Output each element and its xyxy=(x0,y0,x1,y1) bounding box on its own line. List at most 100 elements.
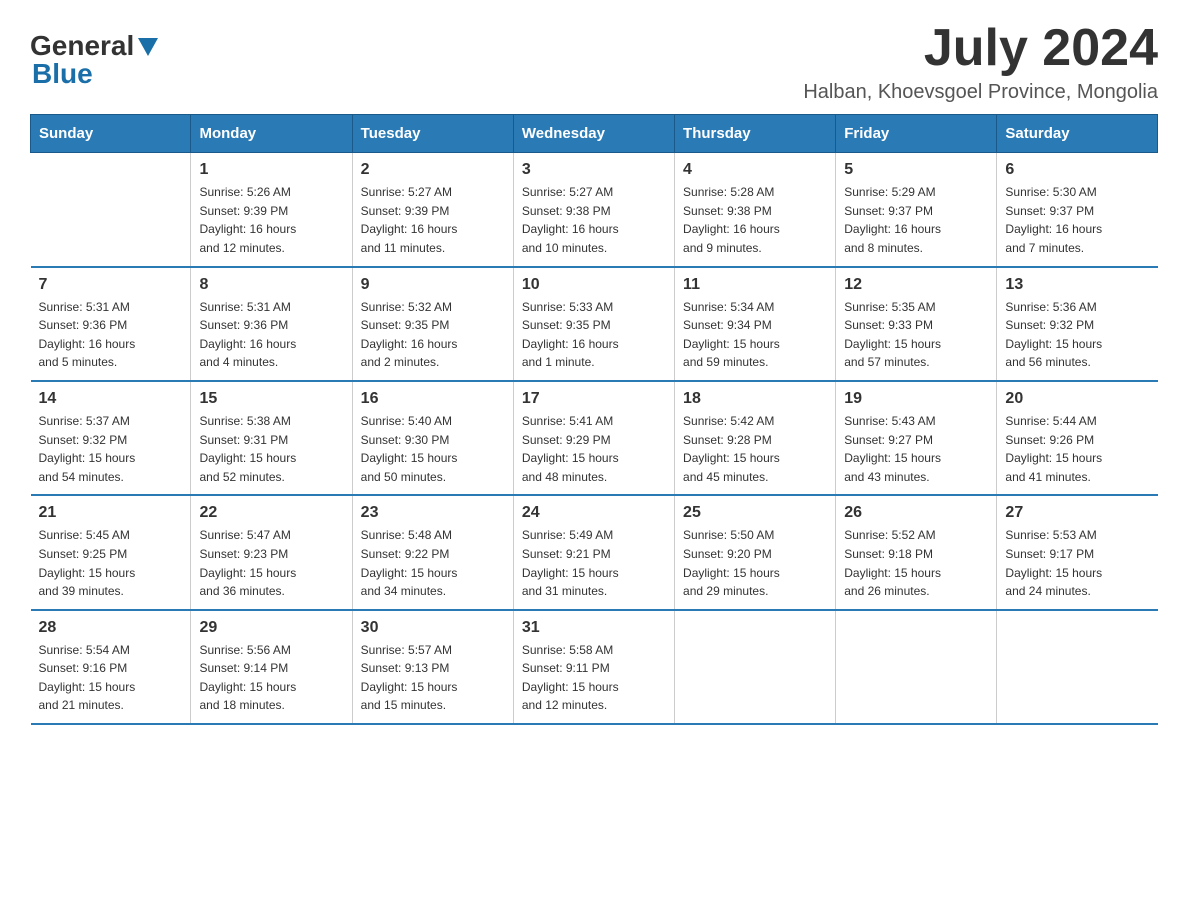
day-info: Sunrise: 5:32 AMSunset: 9:35 PMDaylight:… xyxy=(361,298,505,372)
day-number: 14 xyxy=(39,390,183,408)
calendar-cell xyxy=(31,153,191,267)
day-info: Sunrise: 5:52 AMSunset: 9:18 PMDaylight:… xyxy=(844,526,988,600)
day-number: 9 xyxy=(361,276,505,294)
day-number: 23 xyxy=(361,504,505,522)
day-number: 22 xyxy=(199,504,343,522)
day-number: 30 xyxy=(361,619,505,637)
calendar-cell: 4 Sunrise: 5:28 AMSunset: 9:38 PMDaylight… xyxy=(675,153,836,267)
day-number: 17 xyxy=(522,390,666,408)
day-info: Sunrise: 5:31 AMSunset: 9:36 PMDaylight:… xyxy=(199,298,343,372)
calendar-cell: 29 Sunrise: 5:56 AMSunset: 9:14 PMDayligh… xyxy=(191,610,352,724)
location: Halban, Khoevsgoel Province, Mongolia xyxy=(803,81,1158,104)
calendar-week-1: 1 Sunrise: 5:26 AMSunset: 9:39 PMDaylight… xyxy=(31,153,1158,267)
day-info: Sunrise: 5:53 AMSunset: 9:17 PMDaylight:… xyxy=(1005,526,1149,600)
calendar-cell: 7 Sunrise: 5:31 AMSunset: 9:36 PMDaylight… xyxy=(31,267,191,381)
day-number: 8 xyxy=(199,276,343,294)
calendar-cell: 12 Sunrise: 5:35 AMSunset: 9:33 PMDayligh… xyxy=(836,267,997,381)
day-number: 4 xyxy=(683,161,827,179)
day-number: 20 xyxy=(1005,390,1149,408)
calendar-header-row: SundayMondayTuesdayWednesdayThursdayFrid… xyxy=(31,115,1158,153)
day-number: 13 xyxy=(1005,276,1149,294)
day-number: 6 xyxy=(1005,161,1149,179)
day-info: Sunrise: 5:26 AMSunset: 9:39 PMDaylight:… xyxy=(199,183,343,257)
calendar-header-friday: Friday xyxy=(836,115,997,153)
day-info: Sunrise: 5:48 AMSunset: 9:22 PMDaylight:… xyxy=(361,526,505,600)
calendar-cell: 1 Sunrise: 5:26 AMSunset: 9:39 PMDaylight… xyxy=(191,153,352,267)
day-number: 7 xyxy=(39,276,183,294)
day-number: 16 xyxy=(361,390,505,408)
calendar-header-thursday: Thursday xyxy=(675,115,836,153)
calendar-week-2: 7 Sunrise: 5:31 AMSunset: 9:36 PMDaylight… xyxy=(31,267,1158,381)
calendar-week-3: 14 Sunrise: 5:37 AMSunset: 9:32 PMDayligh… xyxy=(31,381,1158,495)
day-number: 5 xyxy=(844,161,988,179)
day-info: Sunrise: 5:50 AMSunset: 9:20 PMDaylight:… xyxy=(683,526,827,600)
calendar-cell: 28Sunrise: 5:54 AMSunset: 9:16 PMDayligh… xyxy=(31,610,191,724)
day-info: Sunrise: 5:42 AMSunset: 9:28 PMDaylight:… xyxy=(683,412,827,486)
calendar-cell: 8 Sunrise: 5:31 AMSunset: 9:36 PMDaylight… xyxy=(191,267,352,381)
calendar-cell: 22 Sunrise: 5:47 AMSunset: 9:23 PMDayligh… xyxy=(191,495,352,609)
day-number: 18 xyxy=(683,390,827,408)
day-info: Sunrise: 5:35 AMSunset: 9:33 PMDaylight:… xyxy=(844,298,988,372)
calendar-cell: 10Sunrise: 5:33 AMSunset: 9:35 PMDayligh… xyxy=(513,267,674,381)
calendar-cell: 30 Sunrise: 5:57 AMSunset: 9:13 PMDayligh… xyxy=(352,610,513,724)
day-number: 12 xyxy=(844,276,988,294)
day-info: Sunrise: 5:43 AMSunset: 9:27 PMDaylight:… xyxy=(844,412,988,486)
calendar-cell: 9 Sunrise: 5:32 AMSunset: 9:35 PMDaylight… xyxy=(352,267,513,381)
day-info: Sunrise: 5:41 AMSunset: 9:29 PMDaylight:… xyxy=(522,412,666,486)
day-info: Sunrise: 5:37 AMSunset: 9:32 PMDaylight:… xyxy=(39,412,183,486)
day-info: Sunrise: 5:45 AMSunset: 9:25 PMDaylight:… xyxy=(39,526,183,600)
page-header: General Blue July 2024 Halban, Khoevsgoe… xyxy=(30,20,1158,104)
day-info: Sunrise: 5:47 AMSunset: 9:23 PMDaylight:… xyxy=(199,526,343,600)
calendar-cell: 19 Sunrise: 5:43 AMSunset: 9:27 PMDayligh… xyxy=(836,381,997,495)
calendar-cell: 25 Sunrise: 5:50 AMSunset: 9:20 PMDayligh… xyxy=(675,495,836,609)
calendar-header-sunday: Sunday xyxy=(31,115,191,153)
day-number: 2 xyxy=(361,161,505,179)
day-info: Sunrise: 5:49 AMSunset: 9:21 PMDaylight:… xyxy=(522,526,666,600)
day-number: 11 xyxy=(683,276,827,294)
calendar-week-4: 21Sunrise: 5:45 AMSunset: 9:25 PMDayligh… xyxy=(31,495,1158,609)
day-info: Sunrise: 5:54 AMSunset: 9:16 PMDaylight:… xyxy=(39,641,183,715)
calendar-cell: 16 Sunrise: 5:40 AMSunset: 9:30 PMDayligh… xyxy=(352,381,513,495)
calendar-cell: 6Sunrise: 5:30 AMSunset: 9:37 PMDaylight… xyxy=(997,153,1158,267)
calendar-cell: 17 Sunrise: 5:41 AMSunset: 9:29 PMDayligh… xyxy=(513,381,674,495)
title-area: July 2024 Halban, Khoevsgoel Province, M… xyxy=(803,20,1158,104)
day-info: Sunrise: 5:44 AMSunset: 9:26 PMDaylight:… xyxy=(1005,412,1149,486)
calendar-cell: 5 Sunrise: 5:29 AMSunset: 9:37 PMDaylight… xyxy=(836,153,997,267)
day-number: 27 xyxy=(1005,504,1149,522)
day-number: 1 xyxy=(199,161,343,179)
day-info: Sunrise: 5:31 AMSunset: 9:36 PMDaylight:… xyxy=(39,298,183,372)
day-info: Sunrise: 5:29 AMSunset: 9:37 PMDaylight:… xyxy=(844,183,988,257)
day-number: 19 xyxy=(844,390,988,408)
calendar-cell: 2 Sunrise: 5:27 AMSunset: 9:39 PMDaylight… xyxy=(352,153,513,267)
logo-blue-text: Blue xyxy=(32,58,93,90)
day-info: Sunrise: 5:27 AMSunset: 9:39 PMDaylight:… xyxy=(361,183,505,257)
calendar-cell: 15Sunrise: 5:38 AMSunset: 9:31 PMDayligh… xyxy=(191,381,352,495)
calendar-week-5: 28Sunrise: 5:54 AMSunset: 9:16 PMDayligh… xyxy=(31,610,1158,724)
day-number: 25 xyxy=(683,504,827,522)
calendar-cell: 11Sunrise: 5:34 AMSunset: 9:34 PMDayligh… xyxy=(675,267,836,381)
day-number: 3 xyxy=(522,161,666,179)
calendar-cell: 23 Sunrise: 5:48 AMSunset: 9:22 PMDayligh… xyxy=(352,495,513,609)
day-number: 24 xyxy=(522,504,666,522)
logo-triangle-icon xyxy=(138,38,158,56)
day-number: 29 xyxy=(199,619,343,637)
day-info: Sunrise: 5:40 AMSunset: 9:30 PMDaylight:… xyxy=(361,412,505,486)
calendar-cell: 18 Sunrise: 5:42 AMSunset: 9:28 PMDayligh… xyxy=(675,381,836,495)
calendar-table: SundayMondayTuesdayWednesdayThursdayFrid… xyxy=(30,114,1158,725)
day-info: Sunrise: 5:28 AMSunset: 9:38 PMDaylight:… xyxy=(683,183,827,257)
day-info: Sunrise: 5:58 AMSunset: 9:11 PMDaylight:… xyxy=(522,641,666,715)
calendar-cell: 31 Sunrise: 5:58 AMSunset: 9:11 PMDayligh… xyxy=(513,610,674,724)
day-number: 10 xyxy=(522,276,666,294)
calendar-cell xyxy=(675,610,836,724)
day-number: 15 xyxy=(199,390,343,408)
day-number: 31 xyxy=(522,619,666,637)
calendar-header-wednesday: Wednesday xyxy=(513,115,674,153)
day-number: 26 xyxy=(844,504,988,522)
calendar-header-monday: Monday xyxy=(191,115,352,153)
calendar-cell: 24 Sunrise: 5:49 AMSunset: 9:21 PMDayligh… xyxy=(513,495,674,609)
day-info: Sunrise: 5:56 AMSunset: 9:14 PMDaylight:… xyxy=(199,641,343,715)
calendar-cell xyxy=(997,610,1158,724)
day-info: Sunrise: 5:57 AMSunset: 9:13 PMDaylight:… xyxy=(361,641,505,715)
calendar-cell: 27 Sunrise: 5:53 AMSunset: 9:17 PMDayligh… xyxy=(997,495,1158,609)
day-info: Sunrise: 5:27 AMSunset: 9:38 PMDaylight:… xyxy=(522,183,666,257)
